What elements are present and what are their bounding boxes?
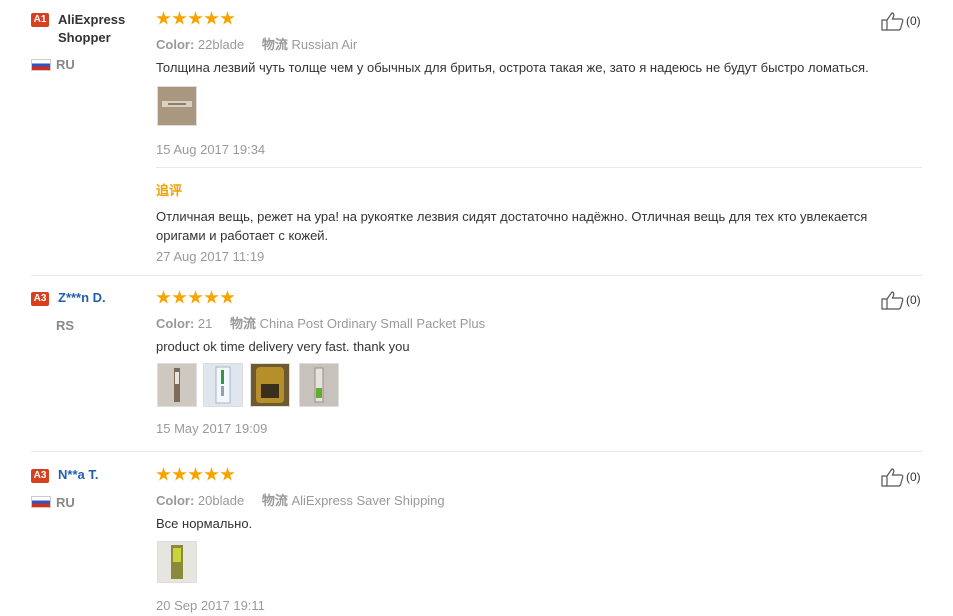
review-photo-thumbnail[interactable] [250, 363, 290, 407]
review-photo-thumbnail[interactable] [299, 363, 339, 407]
review-date: 15 Aug 2017 19:34 [156, 142, 266, 157]
star-icon [204, 11, 219, 25]
user-level-badge: A1 [31, 13, 49, 27]
user-level-badge: A3 [31, 292, 49, 306]
order-info: Color: 21 物流 China Post Ordinary Small P… [156, 313, 485, 332]
flag-icon [31, 59, 51, 71]
star-icon [188, 290, 203, 304]
user-name[interactable]: AliExpress Shopper [58, 11, 148, 47]
rating-stars [156, 11, 236, 27]
shipping-label: 物流 [261, 37, 288, 52]
shipping-label: 物流 [261, 493, 288, 508]
color-label: Color: [156, 493, 195, 508]
like-count: (0) [906, 293, 921, 307]
country-code: RS [56, 318, 75, 333]
star-icon [156, 467, 171, 481]
thumbs-up-icon [881, 12, 904, 31]
user-level-badge: A3 [31, 469, 49, 483]
review-text: Все нормально. [156, 516, 253, 531]
followup-text: Отличная вещь, режет на ура! на рукоятке… [156, 209, 868, 243]
user-name[interactable]: Z***n D. [58, 289, 106, 307]
color-value: 20blade [197, 493, 245, 508]
review-date: 15 May 2017 19:09 [156, 421, 268, 436]
star-icon [172, 290, 187, 304]
star-icon [156, 11, 171, 25]
review-text: Толщина лезвий чуть толще чем у обычных … [156, 60, 869, 75]
shipping-value: AliExpress Saver Shipping [291, 493, 445, 508]
review-photo-thumbnail[interactable] [157, 541, 197, 583]
order-info: Color: 22blade 物流 Russian Air [156, 34, 357, 53]
flag-icon [31, 496, 51, 508]
star-icon [204, 290, 219, 304]
followup-date: 27 Aug 2017 11:19 [156, 249, 265, 264]
rating-stars [156, 290, 236, 306]
review-divider [31, 275, 922, 276]
star-icon [220, 11, 235, 25]
shipping-label: 物流 [230, 316, 257, 331]
star-icon [204, 467, 219, 481]
like-count: (0) [906, 470, 921, 484]
star-icon [156, 290, 171, 304]
color-value: 22blade [197, 37, 245, 52]
review-photo-thumbnail[interactable] [157, 86, 197, 126]
country-code: RU [56, 57, 75, 72]
star-icon [188, 11, 203, 25]
shipping-value: China Post Ordinary Small Packet Plus [259, 316, 486, 331]
like-count: (0) [906, 14, 921, 28]
followup-label: 追评 [156, 183, 183, 198]
star-icon [220, 467, 235, 481]
review-divider [31, 451, 922, 452]
like-button[interactable]: (0) [880, 290, 921, 310]
review-date: 20 Sep 2017 19:11 [156, 598, 265, 613]
star-icon [220, 290, 235, 304]
divider [156, 167, 922, 168]
thumbs-up-icon [881, 468, 904, 487]
color-label: Color: [156, 316, 195, 331]
color-value: 21 [197, 316, 213, 331]
shipping-value: Russian Air [291, 37, 358, 52]
like-button[interactable]: (0) [880, 467, 921, 487]
like-button[interactable]: (0) [880, 11, 921, 31]
rating-stars [156, 467, 236, 483]
star-icon [172, 11, 187, 25]
country-code: RU [56, 495, 75, 510]
review-text: product ok time delivery very fast. than… [156, 339, 410, 354]
review-photo-thumbnail[interactable] [157, 363, 197, 407]
user-name[interactable]: N**a T. [58, 466, 98, 484]
star-icon [172, 467, 187, 481]
star-icon [188, 467, 203, 481]
review-photo-thumbnail[interactable] [203, 363, 243, 407]
thumbs-up-icon [881, 291, 904, 310]
order-info: Color: 20blade 物流 AliExpress Saver Shipp… [156, 490, 445, 509]
color-label: Color: [156, 37, 195, 52]
